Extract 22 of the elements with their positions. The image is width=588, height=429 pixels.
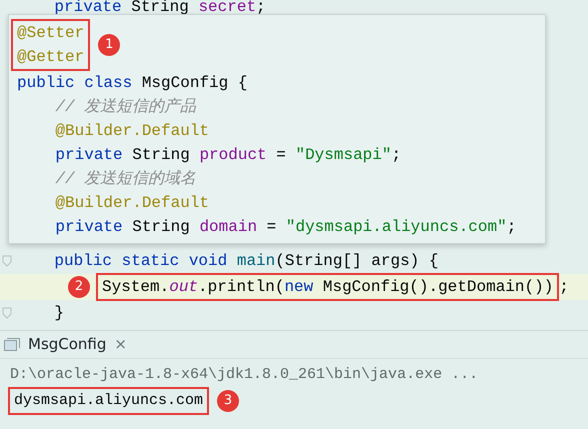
run-tab[interactable]: MsgConfig [28,333,106,356]
code-line: @Getter [17,47,84,68]
code-line: private String domain = "dysmsapi.aliyuncs.com"; [54,217,518,238]
code-line: @Builder.Default [54,121,210,142]
console-output: dysmsapi.aliyuncs.com [8,387,210,415]
code-line: private String product = "Dysmsapi"; [54,145,402,166]
number-marker: 1 [98,34,120,56]
code-line: // 发送短信的域名 [54,168,198,190]
close-button[interactable]: × [114,333,127,356]
number-marker: 2 [68,276,90,298]
code-line: @Setter [17,23,84,44]
fold-icon[interactable] [2,307,14,319]
fold-icon[interactable] [2,255,14,267]
code-line: @Builder.Default [54,193,210,214]
semicolon: ; [559,277,569,298]
code-line: // 发送短信的产品 [54,96,198,118]
number-marker: 3 [217,390,240,412]
code-line: } [53,303,64,324]
code-line: public static void main(String[] args) { [53,251,438,272]
console-command: D:\oracle-java-1.8-x64\jdk1.8.0_261\bin\java.exe ... [9,365,478,385]
code-line: public class MsgConfig { [17,73,248,94]
window-icon [4,338,20,352]
